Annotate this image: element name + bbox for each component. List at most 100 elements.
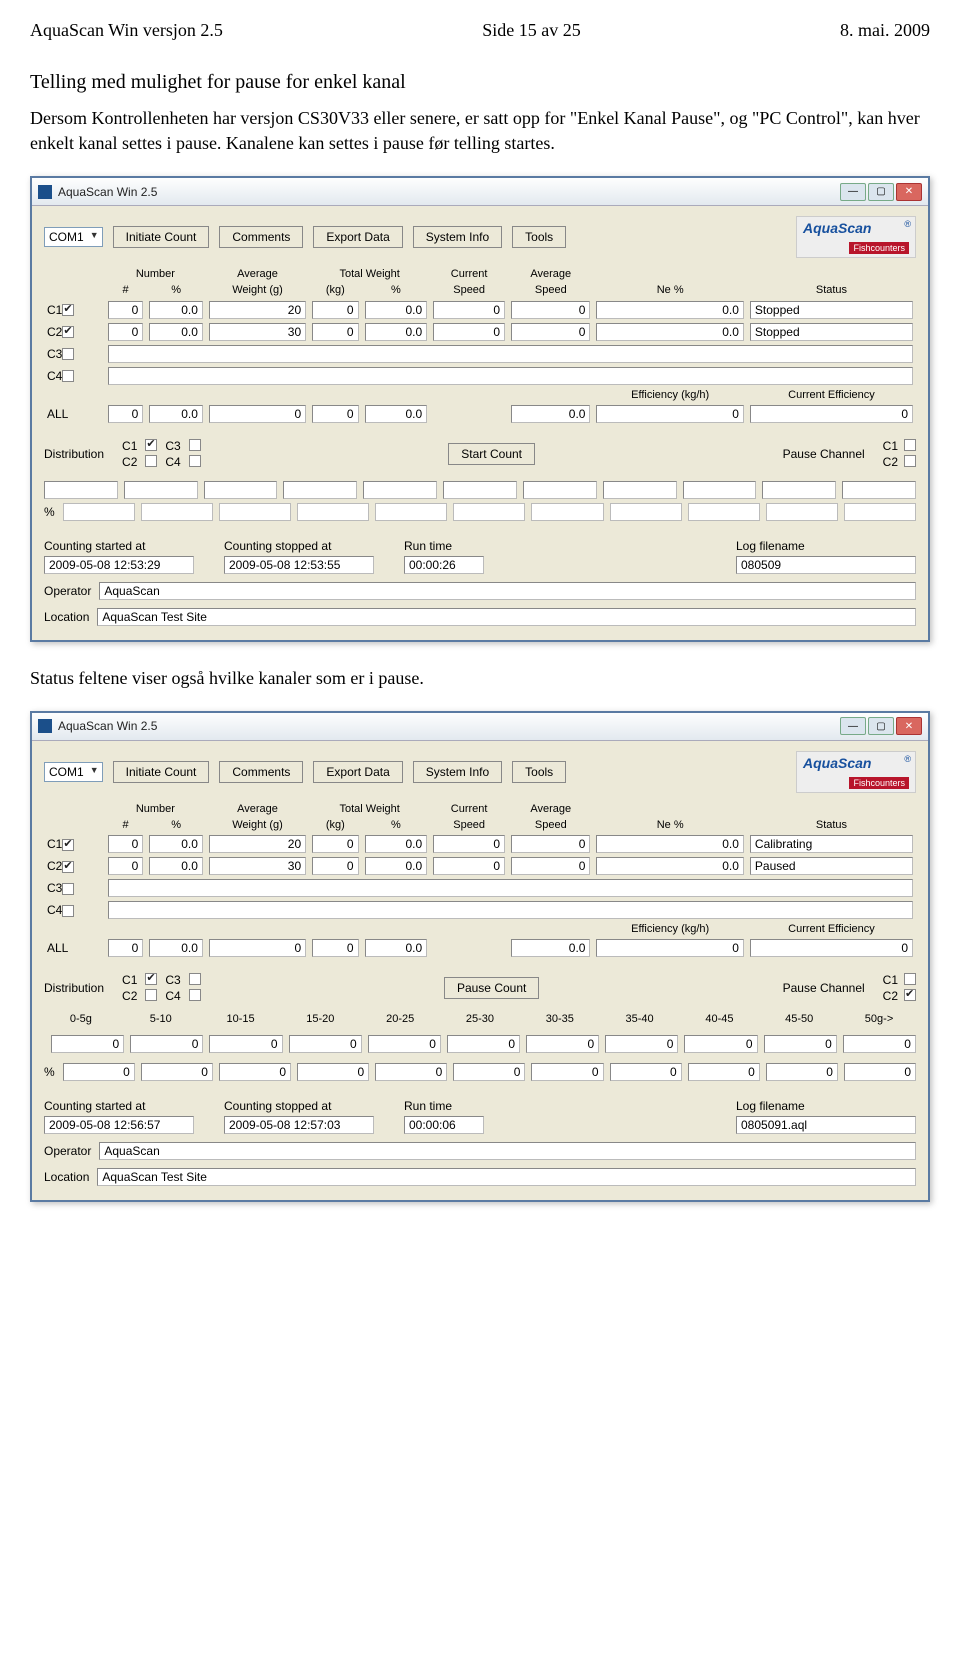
pause-channel-group: C1 C2 — [883, 973, 916, 1003]
brand-logo: AquaScan ® Fishcounters — [796, 216, 916, 258]
dist-c1-checkbox[interactable] — [145, 439, 157, 451]
pause-count-button[interactable]: Pause Count — [444, 977, 539, 999]
maximize-button[interactable]: ▢ — [868, 183, 894, 201]
pause-channel-group: C1 C2 — [883, 439, 916, 469]
app-window-1: AquaScan Win 2.5 — ▢ ✕ COM1 Initiate Cou… — [30, 176, 930, 641]
system-info-button[interactable]: System Info — [413, 761, 502, 783]
start-count-button[interactable]: Start Count — [448, 443, 535, 465]
table-row: C2 0 0.0 30 0 0.0 0 0 0.0 Stopped — [44, 321, 916, 343]
pause-c1-checkbox[interactable] — [904, 439, 916, 451]
num-field: 0 — [108, 301, 143, 319]
app-window-2: AquaScan Win 2.5 — ▢ ✕ COM1 Initiate Cou… — [30, 711, 930, 1202]
location-field[interactable]: AquaScan Test Site — [97, 608, 916, 626]
dist-c2-checkbox[interactable] — [145, 455, 157, 467]
export-data-button[interactable]: Export Data — [313, 226, 402, 248]
operator-label: Operator — [44, 584, 91, 598]
dist-c3-checkbox[interactable] — [189, 973, 201, 985]
close-button[interactable]: ✕ — [896, 183, 922, 201]
channel-enable-checkbox[interactable] — [62, 304, 74, 316]
channel-table: Number Average Total Weight Current Aver… — [44, 801, 916, 959]
table-row: C2 0 0.0 30 0 0.0 0 0 0.0 Paused — [44, 855, 916, 877]
app-icon — [38, 185, 52, 199]
com-port-select[interactable]: COM1 — [44, 227, 103, 247]
channel-enable-checkbox[interactable] — [62, 905, 74, 917]
curspd-field: 0 — [433, 301, 505, 319]
runtime-field: 00:00:26 — [404, 556, 484, 574]
dist-c2-checkbox[interactable] — [145, 989, 157, 1001]
stopped-field: 2009-05-08 12:53:55 — [224, 556, 374, 574]
operator-field[interactable]: AquaScan — [99, 1142, 916, 1160]
blank-pct-row: % — [44, 503, 916, 521]
dist-c4-checkbox[interactable] — [189, 455, 201, 467]
table-row: C4 — [44, 365, 916, 387]
avgspd-field: 0 — [511, 301, 590, 319]
col-eff: Efficiency (kg/h) — [593, 387, 746, 403]
channel-enable-checkbox[interactable] — [62, 839, 74, 851]
titlebar: AquaScan Win 2.5 — ▢ ✕ — [32, 713, 928, 741]
channel-enable-checkbox[interactable] — [62, 861, 74, 873]
page-header: AquaScan Win versjon 2.5 Side 15 av 25 8… — [30, 20, 930, 41]
maximize-button[interactable]: ▢ — [868, 717, 894, 735]
channel-enable-checkbox[interactable] — [62, 370, 74, 382]
col-speed1: Speed — [430, 282, 508, 298]
comments-button[interactable]: Comments — [219, 226, 303, 248]
tools-button[interactable]: Tools — [512, 761, 566, 783]
window-title: AquaScan Win 2.5 — [58, 185, 840, 199]
operator-field[interactable]: AquaScan — [99, 582, 916, 600]
logfile-field[interactable]: 0805091.aql — [736, 1116, 916, 1134]
tools-button[interactable]: Tools — [512, 226, 566, 248]
table-row: C1 0 0.0 20 0 0.0 0 0 0.0 Stopped — [44, 299, 916, 321]
col-cureff: Current Efficiency — [747, 387, 916, 403]
col-speed2: Speed — [508, 282, 593, 298]
export-data-button[interactable]: Export Data — [313, 761, 402, 783]
window-title: AquaScan Win 2.5 — [58, 719, 840, 733]
system-info-button[interactable]: System Info — [413, 226, 502, 248]
initiate-count-button[interactable]: Initiate Count — [113, 226, 210, 248]
table-row: C1 0 0.0 20 0 0.0 0 0 0.0 Calibrating — [44, 833, 916, 855]
brand-logo: AquaScan ® Fishcounters — [796, 751, 916, 793]
pause-c2-checkbox[interactable] — [904, 455, 916, 467]
dist-c3-checkbox[interactable] — [189, 439, 201, 451]
channel-enable-checkbox[interactable] — [62, 326, 74, 338]
channel-enable-checkbox[interactable] — [62, 348, 74, 360]
distribution-group: C1 C3 C2 C4 — [122, 439, 201, 469]
stopped-label: Counting stopped at — [224, 539, 374, 553]
col-hash: # — [105, 282, 146, 298]
col-avgw: Average — [206, 266, 309, 282]
started-field: 2009-05-08 12:56:57 — [44, 1116, 194, 1134]
pause-channel-label: Pause Channel — [783, 447, 865, 461]
stopped-field: 2009-05-08 12:57:03 — [224, 1116, 374, 1134]
col-ne: Ne % — [593, 282, 746, 298]
close-button[interactable]: ✕ — [896, 717, 922, 735]
location-field[interactable]: AquaScan Test Site — [97, 1168, 916, 1186]
dist-c1-checkbox[interactable] — [145, 973, 157, 985]
doc-page: Side 15 av 25 — [482, 20, 581, 41]
dist-c4-checkbox[interactable] — [189, 989, 201, 1001]
histogram-row1: 0 0 0 0 0 0 0 0 0 0 0 — [44, 1035, 916, 1053]
started-label: Counting started at — [44, 539, 194, 553]
channel-label: C1 — [47, 303, 62, 317]
distribution-label: Distribution — [44, 981, 104, 995]
blank-fields-row — [44, 481, 916, 499]
logfile-field[interactable]: 080509 — [736, 556, 916, 574]
com-port-select[interactable]: COM1 — [44, 762, 103, 782]
channel-enable-checkbox[interactable] — [62, 883, 74, 895]
pause-c1-checkbox[interactable] — [904, 973, 916, 985]
initiate-count-button[interactable]: Initiate Count — [113, 761, 210, 783]
minimize-button[interactable]: — — [840, 183, 866, 201]
runtime-field: 00:00:06 — [404, 1116, 484, 1134]
app-icon — [38, 719, 52, 733]
started-field: 2009-05-08 12:53:29 — [44, 556, 194, 574]
col-status: Status — [747, 282, 916, 298]
logfile-label: Log filename — [736, 539, 916, 553]
all-row: ALL 0 0.0 0 0 0.0 0.0 0 0 — [44, 937, 916, 959]
col-kg: (kg) — [309, 282, 361, 298]
pause-c2-checkbox[interactable] — [904, 989, 916, 1001]
location-label: Location — [44, 610, 89, 624]
pct-field: 0.0 — [149, 301, 203, 319]
avgw-field: 20 — [209, 301, 306, 319]
comments-button[interactable]: Comments — [219, 761, 303, 783]
minimize-button[interactable]: — — [840, 717, 866, 735]
col-avgw2: Weight (g) — [206, 282, 309, 298]
doc-date: 8. mai. 2009 — [840, 20, 930, 41]
